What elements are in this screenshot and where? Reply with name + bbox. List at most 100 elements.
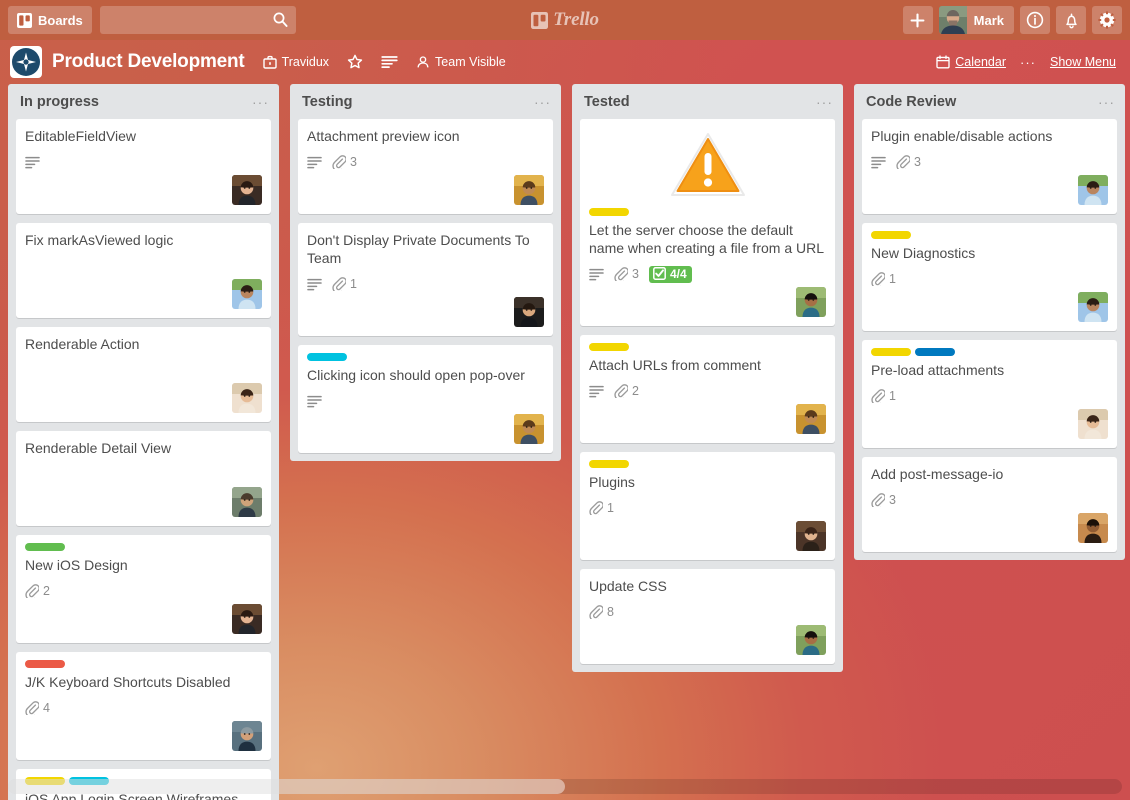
- attachment-badge: 3: [896, 155, 921, 169]
- card-label[interactable]: [589, 208, 629, 216]
- member-name: Mark: [973, 12, 1004, 28]
- card-label[interactable]: [871, 231, 911, 239]
- card-cover: [580, 119, 835, 201]
- info-button[interactable]: [1020, 6, 1050, 34]
- horizontal-scrollbar[interactable]: [8, 779, 1122, 794]
- avatar[interactable]: [232, 487, 262, 517]
- card-members: [871, 175, 1108, 205]
- card-title: Plugins: [589, 474, 635, 490]
- card[interactable]: Pre-load attachments 1: [862, 340, 1117, 448]
- card-label[interactable]: [25, 543, 65, 551]
- boards-label: Boards: [38, 12, 83, 28]
- show-menu-button[interactable]: Show Menu: [1050, 55, 1116, 69]
- star-button[interactable]: [347, 54, 363, 70]
- avatar[interactable]: [514, 175, 544, 205]
- list-menu-button[interactable]: ···: [816, 94, 833, 110]
- board-more-button[interactable]: ···: [1020, 55, 1036, 70]
- card[interactable]: EditableFieldView: [16, 119, 271, 214]
- card-labels: [589, 208, 826, 216]
- plus-icon: [910, 13, 925, 27]
- card-title: Add post-message-io: [871, 466, 1004, 482]
- card-label[interactable]: [915, 348, 955, 356]
- avatar[interactable]: [232, 279, 262, 309]
- card-label[interactable]: [589, 343, 629, 351]
- card-badges: 1: [589, 499, 826, 517]
- avatar[interactable]: [796, 625, 826, 655]
- card-label[interactable]: [25, 660, 65, 668]
- card[interactable]: J/K Keyboard Shortcuts Disabled 4: [16, 652, 271, 760]
- list-menu-button[interactable]: ···: [1098, 94, 1115, 110]
- card[interactable]: Clicking icon should open pop-over: [298, 345, 553, 453]
- board-avatar-icon[interactable]: [10, 46, 42, 78]
- card[interactable]: New iOS Design 2: [16, 535, 271, 643]
- card[interactable]: New Diagnostics 1: [862, 223, 1117, 331]
- card[interactable]: Plugin enable/disable actions 3: [862, 119, 1117, 214]
- attachment-count: 1: [350, 277, 357, 291]
- card-title: Clicking icon should open pop-over: [307, 367, 525, 383]
- trello-board-icon: [531, 11, 549, 29]
- attachment-count: 8: [607, 605, 614, 619]
- card-badges: [25, 361, 262, 379]
- member-menu-button[interactable]: Mark: [938, 6, 1014, 34]
- boards-button[interactable]: Boards: [8, 6, 92, 34]
- team-name-button[interactable]: Travidux: [262, 55, 330, 69]
- list-column: Tested ··· Let the server choose the defau…: [572, 84, 843, 672]
- card[interactable]: Add post-message-io 3: [862, 457, 1117, 552]
- avatar[interactable]: [1078, 292, 1108, 322]
- description-badge: [307, 156, 322, 169]
- card[interactable]: Plugins 1: [580, 452, 835, 560]
- card-members: [25, 487, 262, 517]
- board-header: Product Development Travidux Team Visibl…: [0, 40, 1130, 84]
- avatar[interactable]: [1078, 175, 1108, 205]
- horizontal-scrollbar-thumb[interactable]: [8, 779, 565, 794]
- list-menu-button[interactable]: ···: [252, 94, 269, 110]
- card-title: Update CSS: [589, 578, 667, 594]
- avatar[interactable]: [1078, 409, 1108, 439]
- card[interactable]: Renderable Detail View: [16, 431, 271, 526]
- avatar[interactable]: [232, 383, 262, 413]
- card-title: New iOS Design: [25, 557, 128, 573]
- avatar[interactable]: [796, 287, 826, 317]
- notifications-button[interactable]: [1056, 6, 1086, 34]
- card-label[interactable]: [307, 353, 347, 361]
- add-button[interactable]: [902, 6, 933, 34]
- description-badge: [25, 156, 40, 169]
- avatar[interactable]: [232, 175, 262, 205]
- card[interactable]: Fix markAsViewed logic: [16, 223, 271, 318]
- board-canvas: In progress ··· EditableFieldView Fix markA…: [0, 84, 1130, 800]
- list-menu-button[interactable]: ···: [534, 94, 551, 110]
- card-members: [871, 513, 1108, 543]
- avatar[interactable]: [1078, 513, 1108, 543]
- page-title: Product Development: [52, 51, 245, 72]
- attachment-badge: 1: [332, 277, 357, 291]
- team-name-label: Travidux: [281, 55, 330, 69]
- card[interactable]: Let the server choose the default name w…: [580, 119, 835, 326]
- card[interactable]: Renderable Action: [16, 327, 271, 422]
- card-badges: 8: [589, 603, 826, 621]
- visibility-button[interactable]: Team Visible: [416, 55, 506, 69]
- card-labels: [25, 660, 262, 668]
- card-label[interactable]: [871, 348, 911, 356]
- avatar[interactable]: [514, 297, 544, 327]
- avatar[interactable]: [514, 414, 544, 444]
- avatar: [938, 6, 967, 34]
- calendar-button[interactable]: Calendar: [936, 55, 1006, 69]
- settings-button[interactable]: [1092, 6, 1122, 34]
- list-column: Testing ··· Attachment preview icon 3 Don't …: [290, 84, 561, 461]
- search-input[interactable]: [99, 6, 296, 34]
- avatar[interactable]: [796, 521, 826, 551]
- list-title: Tested: [584, 94, 630, 110]
- avatar[interactable]: [232, 604, 262, 634]
- card-label[interactable]: [589, 460, 629, 468]
- search-box[interactable]: [99, 6, 296, 34]
- card-badges: [25, 153, 262, 171]
- subscribe-button[interactable]: [381, 55, 398, 69]
- avatar[interactable]: [232, 721, 262, 751]
- avatar[interactable]: [796, 404, 826, 434]
- card-badges: 3: [871, 491, 1108, 509]
- card[interactable]: Update CSS 8: [580, 569, 835, 664]
- card[interactable]: Attach URLs from comment 2: [580, 335, 835, 443]
- card[interactable]: Attachment preview icon 3: [298, 119, 553, 214]
- card[interactable]: Don't Display Private Documents To Team 1: [298, 223, 553, 336]
- card-title: Renderable Detail View: [25, 440, 172, 456]
